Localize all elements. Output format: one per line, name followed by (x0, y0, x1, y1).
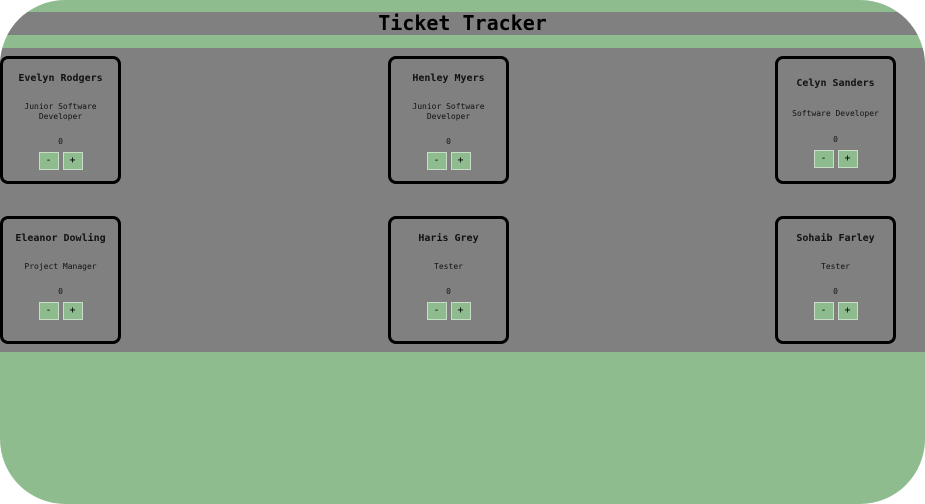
ticket-count: 0 (58, 137, 63, 146)
member-card-sohaib-farley: Sohaib Farley Tester 0 - + (775, 216, 896, 344)
count-controls: - + (3, 152, 118, 170)
ticket-count: 0 (833, 287, 838, 296)
member-name: Celyn Sanders (796, 78, 875, 89)
member-name: Haris Grey (418, 233, 479, 244)
member-role: Tester (434, 262, 463, 271)
member-role: Software Developer (792, 109, 879, 118)
member-name: Henley Myers (412, 73, 485, 84)
member-name: Eleanor Dowling (15, 233, 106, 244)
decrement-button[interactable]: - (426, 152, 447, 170)
increment-button[interactable]: + (837, 302, 858, 320)
count-controls: - + (778, 302, 893, 320)
increment-button[interactable]: + (450, 302, 471, 320)
ticket-count: 0 (58, 287, 63, 296)
count-controls: - + (3, 302, 118, 320)
count-controls: - + (391, 302, 506, 320)
ticket-count: 0 (833, 135, 838, 144)
count-controls: - + (778, 150, 893, 168)
member-name: Evelyn Rodgers (18, 73, 103, 84)
decrement-button[interactable]: - (813, 150, 834, 168)
title-bar: Ticket Tracker (0, 12, 925, 35)
decrement-button[interactable]: - (426, 302, 447, 320)
ticket-count: 0 (446, 287, 451, 296)
decrement-button[interactable]: - (38, 152, 59, 170)
team-board: Evelyn Rodgers Junior Software Developer… (0, 48, 925, 352)
member-role: Project Manager (24, 262, 97, 271)
decrement-button[interactable]: - (38, 302, 59, 320)
increment-button[interactable]: + (837, 150, 858, 168)
page-title: Ticket Tracker (378, 11, 547, 35)
increment-button[interactable]: + (450, 152, 471, 170)
member-card-henley-myers: Henley Myers Junior Software Developer 0… (388, 56, 509, 184)
ticket-count: 0 (446, 137, 451, 146)
member-name: Sohaib Farley (796, 233, 875, 244)
member-role: Junior Software Developer (412, 102, 485, 121)
decrement-button[interactable]: - (813, 302, 834, 320)
increment-button[interactable]: + (62, 152, 83, 170)
member-card-eleanor-dowling: Eleanor Dowling Project Manager 0 - + (0, 216, 121, 344)
member-role: Tester (821, 262, 850, 271)
member-card-evelyn-rodgers: Evelyn Rodgers Junior Software Developer… (0, 56, 121, 184)
count-controls: - + (391, 152, 506, 170)
member-card-celyn-sanders: Celyn Sanders Software Developer 0 - + (775, 56, 896, 184)
member-card-haris-grey: Haris Grey Tester 0 - + (388, 216, 509, 344)
increment-button[interactable]: + (62, 302, 83, 320)
app-frame: Ticket Tracker Evelyn Rodgers Junior Sof… (0, 0, 925, 504)
member-role: Junior Software Developer (24, 102, 97, 121)
